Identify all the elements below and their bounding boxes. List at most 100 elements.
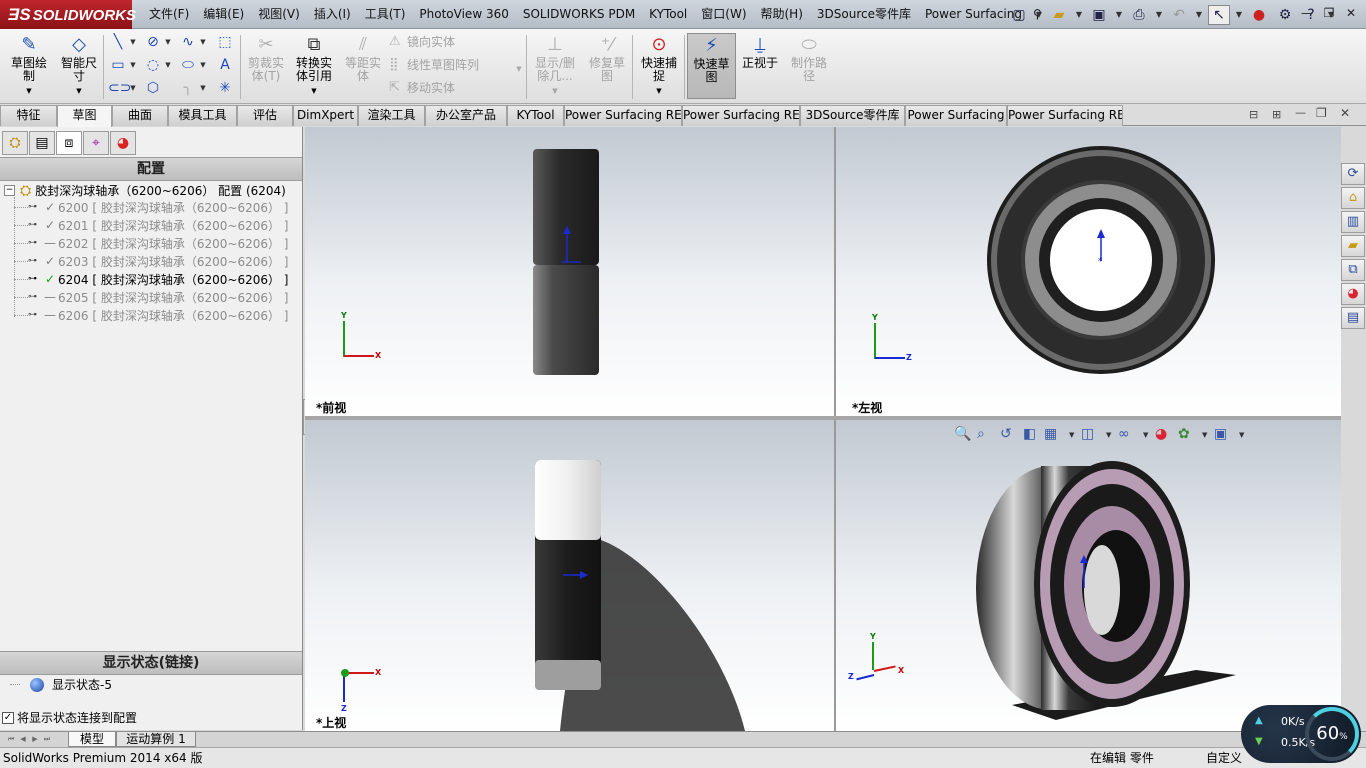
next-tab-icon[interactable]: ▶ (30, 734, 40, 745)
edit-appearance-icon[interactable]: ◕ (1155, 426, 1167, 442)
property-manager-icon[interactable]: ▤ (29, 131, 55, 155)
view-palette-icon[interactable]: ⧉ (1341, 259, 1365, 281)
appearances-icon[interactable]: ◕ (1341, 283, 1365, 305)
design-library-icon[interactable]: ▥ (1341, 211, 1365, 233)
config-item[interactable]: ⊶ —6206 [ 胶封深沟球轴承（6200~6206） ] (14, 306, 288, 324)
chevron-down-icon[interactable]: ▼ (552, 85, 557, 98)
viewport-divider-horizontal[interactable] (305, 416, 1341, 420)
zoom-to-fit-icon[interactable]: 🔍 (954, 426, 971, 442)
section-view-icon[interactable]: ◧ (1023, 426, 1036, 442)
menu-tools[interactable]: 工具(T) (358, 0, 413, 29)
menu-view[interactable]: 视图(V) (251, 0, 307, 29)
chevron-down-icon[interactable]: ▼ (1034, 5, 1044, 25)
menu-pdm[interactable]: SOLIDWORKS PDM (516, 0, 642, 29)
menu-help[interactable]: 帮助(H) (754, 0, 810, 29)
viewport-left[interactable]: * Y Z *左视 (836, 127, 1341, 416)
ellipse-icon[interactable]: ⬭ (178, 56, 198, 74)
spline-icon[interactable]: ∿ (178, 33, 198, 51)
config-item[interactable]: ⊶ ✓ 6201 [ 胶封深沟球轴承（6200~6206） ] (14, 216, 288, 234)
config-item[interactable]: ⊶ —6202 [ 胶封深沟球轴承（6200~6206） ] (14, 234, 288, 252)
chevron-down-icon[interactable]: ▼ (1114, 5, 1124, 25)
display-style-icon[interactable]: ∞ (1118, 426, 1130, 442)
doc-restore-icon[interactable]: ❐ (1316, 106, 1327, 120)
chevron-down-icon[interactable]: ▼ (1194, 5, 1204, 25)
dimxpert-manager-icon[interactable]: ⌖ (83, 131, 109, 155)
apply-scene-icon[interactable]: ✿ (1178, 426, 1190, 442)
config-item[interactable]: ⊶ ✓ 6203 [ 胶封深沟球轴承（6200~6206） ] (14, 252, 288, 270)
doc-minimize-icon[interactable]: — (1295, 106, 1306, 119)
config-item[interactable]: ⊶ ✓ 6200 [ 胶封深沟球轴承（6200~6206） ] (14, 198, 288, 216)
chevron-down-icon[interactable]: ▼ (199, 33, 207, 51)
tab-features[interactable]: 特征 (0, 105, 57, 126)
chevron-down-icon[interactable]: ▼ (656, 85, 661, 98)
tab-office-products[interactable]: 办公室产品 (425, 105, 507, 126)
doc-close-icon[interactable]: ✕ (1340, 106, 1350, 120)
quick-snaps-button[interactable]: ⊙ 快速捕 捉 ▼ (636, 33, 682, 99)
network-speed-widget[interactable]: ▲ ▼ 0K/s 0.5K/s 60% (1241, 705, 1361, 763)
first-tab-icon[interactable]: ⏮ (6, 734, 16, 745)
solidworks-logo[interactable]: ƎS SOLIDWORKS (0, 0, 136, 29)
previous-view-icon[interactable]: ↺ (1000, 426, 1012, 442)
repair-sketch-button[interactable]: ⁺⁄ 修复草 图 (584, 33, 630, 99)
config-item[interactable]: ⊶ —6205 [ 胶封深沟球轴承（6200~6206） ] (14, 288, 288, 306)
chevron-down-icon[interactable]: ▼ (1202, 431, 1207, 439)
tab-evaluate[interactable]: 评估 (237, 105, 293, 126)
viewport-single-icon[interactable]: ⊟ (1249, 108, 1258, 121)
chevron-down-icon[interactable]: ▼ (1069, 431, 1074, 439)
rapid-sketch-button[interactable]: ⚡ 快速草 图 (687, 33, 736, 99)
feature-manager-icon[interactable]: ⛭ (2, 131, 28, 155)
undo-icon[interactable]: ↶ (1168, 5, 1190, 25)
tab-power-surfacing-re-2[interactable]: Power Surfacing RE (682, 105, 800, 126)
text-icon[interactable]: A (215, 56, 235, 74)
menu-edit[interactable]: 编辑(E) (196, 0, 251, 29)
chevron-down-icon[interactable]: ▼ (311, 85, 316, 98)
display-delete-relations-button[interactable]: ⊥ 显示/删 除几... ▼ (532, 33, 578, 99)
menu-insert[interactable]: 插入(I) (307, 0, 358, 29)
save-icon[interactable]: ▣ (1088, 5, 1110, 25)
chevron-down-icon[interactable]: ▼ (129, 33, 137, 51)
smart-dimension-button[interactable]: ◇ 智能尺 寸 ▼ (56, 33, 102, 99)
link-display-state-checkbox-row[interactable]: ✓ 将显示状态连接到配置 (2, 709, 137, 726)
last-tab-icon[interactable]: ⏭ (42, 734, 52, 745)
display-state-item[interactable]: 显示状态-5 (10, 676, 112, 693)
offset-entities-button[interactable]: ⫽ 等距实 体 (340, 33, 386, 99)
restore-icon[interactable]: ❐ (1320, 4, 1338, 22)
chevron-down-icon[interactable]: ▼ (1239, 431, 1244, 439)
point-icon[interactable]: ✳ (215, 79, 235, 97)
chevron-down-icon[interactable]: ▼ (515, 60, 523, 78)
viewport-isometric[interactable]: 🔍 ⌕ ↺ ◧ ▦ ▼ ◫ ▼ ∞ ▼ ◕ ✿ ▼ ▣ ▼ Y X Z (836, 420, 1341, 731)
tab-sketch[interactable]: 草图 (57, 105, 112, 127)
configuration-manager-icon[interactable]: ⧈ (56, 131, 82, 155)
chevron-down-icon[interactable]: ▼ (1106, 431, 1111, 439)
circle-icon[interactable]: ⊘ (143, 33, 163, 51)
file-explorer-icon[interactable]: ▰ (1341, 235, 1365, 257)
menu-file[interactable]: 文件(F) (142, 0, 196, 29)
arc-icon[interactable]: ◌ (143, 56, 163, 74)
fillet-icon[interactable]: ╮ (178, 79, 198, 97)
print-icon[interactable]: ⎙ (1128, 5, 1150, 25)
tab-3dsource[interactable]: 3DSource零件库 (800, 105, 905, 126)
traffic-light-icon[interactable]: ● (1248, 5, 1270, 25)
tab-mold-tools[interactable]: 模具工具 (168, 105, 237, 126)
trim-entities-button[interactable]: ✂ 剪裁实 体(T) (243, 33, 289, 99)
make-path-button[interactable]: ⬭ 制作路 径 (786, 33, 832, 99)
open-folder-icon[interactable]: ▰ (1048, 5, 1070, 25)
tab-dimxpert[interactable]: DimXpert (293, 105, 358, 126)
line-icon[interactable]: ╲ (108, 33, 128, 51)
menu-3dsource[interactable]: 3DSource零件库 (810, 0, 918, 29)
view-orientation-icon[interactable]: ◫ (1081, 426, 1094, 442)
config-tree-root[interactable]: − ⛭ 胶封深沟球轴承（6200~6206） 配置 (6204) (4, 182, 286, 199)
new-document-icon[interactable]: ▢ (1008, 5, 1030, 25)
chevron-down-icon[interactable]: ▼ (1074, 5, 1084, 25)
tab-power-surfacing-re-1[interactable]: Power Surfacing RE (564, 105, 682, 126)
chevron-down-icon[interactable]: ▼ (76, 85, 81, 98)
convert-entities-button[interactable]: ⧉ 转换实 体引用 ▼ (291, 33, 337, 99)
tab-power-surfacing[interactable]: Power Surfacing (905, 105, 1007, 126)
viewport-top[interactable]: X Z *上视 (305, 420, 834, 731)
rectangle-icon[interactable]: ▭ (108, 56, 128, 74)
chevron-down-icon[interactable]: ▼ (199, 79, 207, 97)
chevron-down-icon[interactable]: ▼ (1143, 431, 1148, 439)
tab-surfaces[interactable]: 曲面 (112, 105, 168, 126)
construction-geometry-icon[interactable]: ⬚ (215, 33, 235, 51)
dynamic-annotation-icon[interactable]: ▦ (1044, 426, 1057, 442)
